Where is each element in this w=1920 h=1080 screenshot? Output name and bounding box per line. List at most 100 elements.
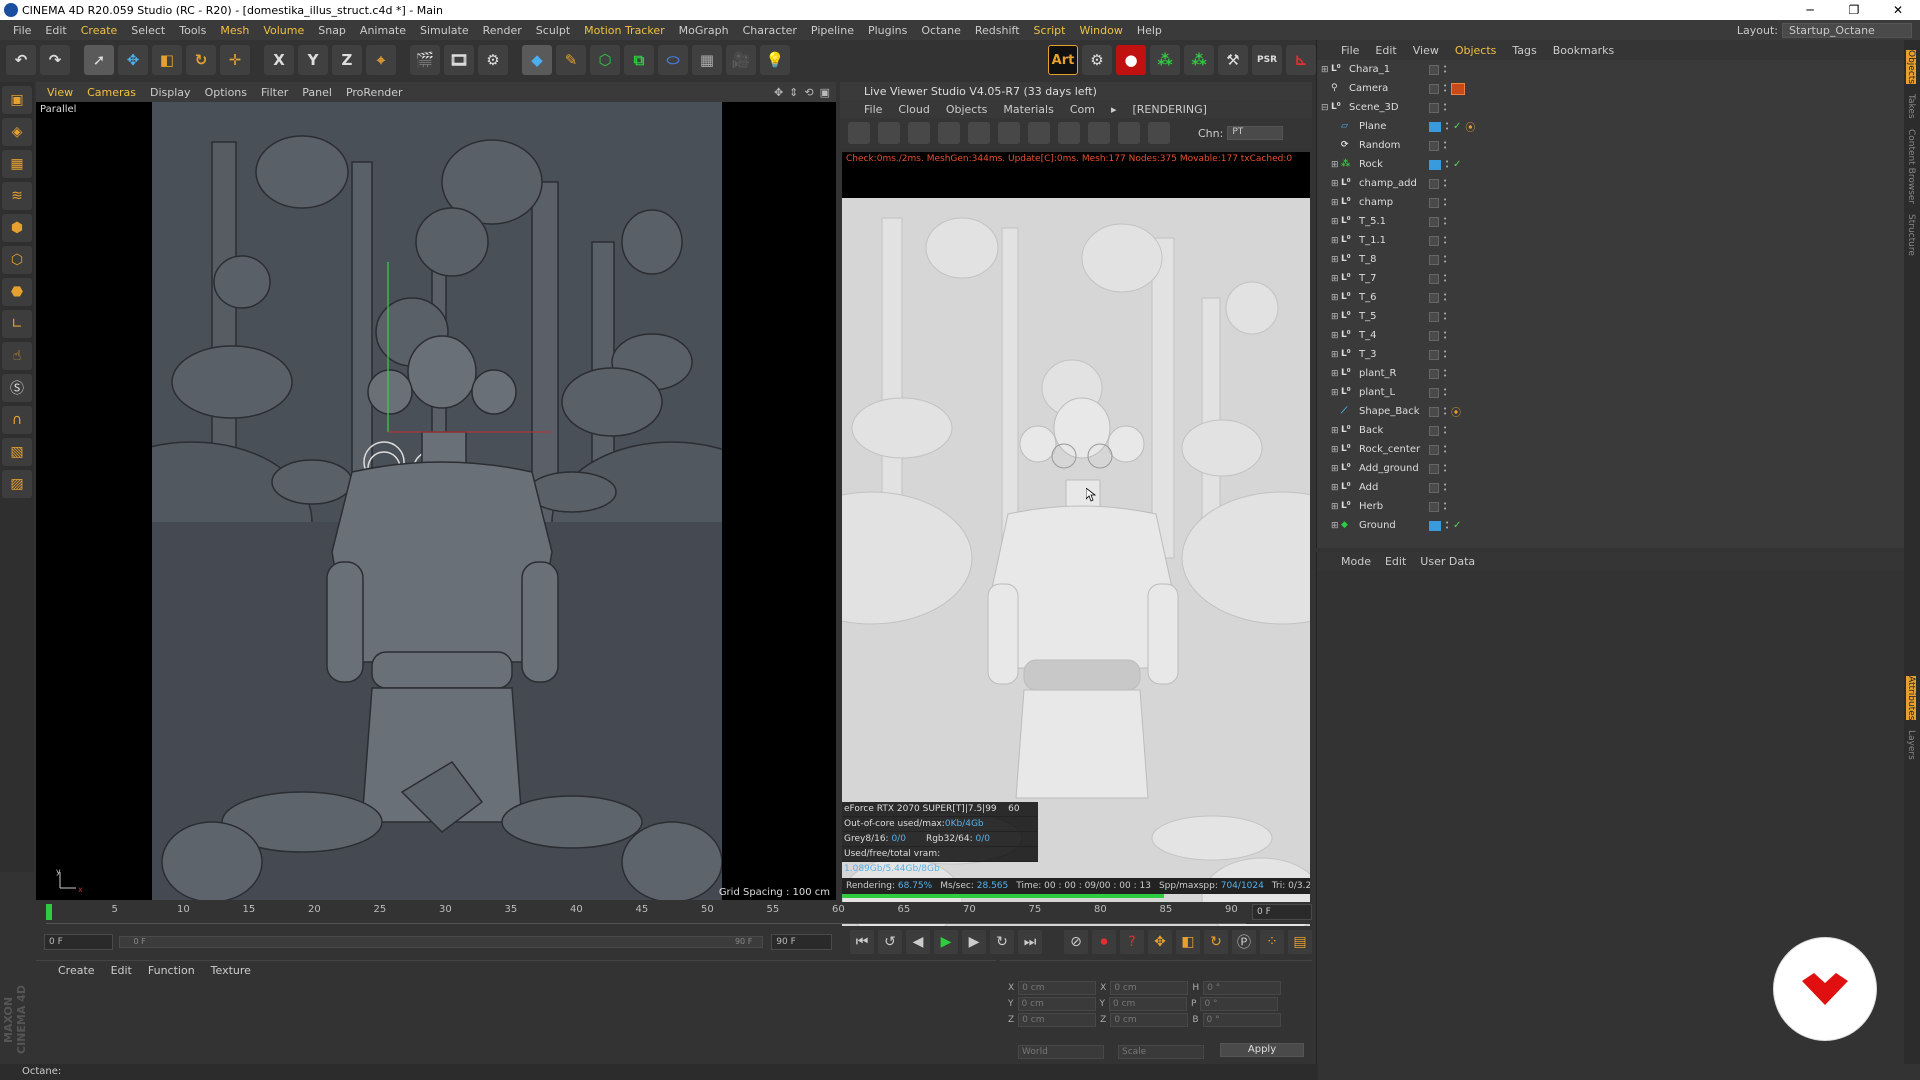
playhead-marker[interactable] [46, 904, 52, 920]
expand-toggle-icon[interactable]: ⊞ [1321, 65, 1331, 75]
live-viewer-menu-item[interactable]: ▸ [1111, 103, 1117, 116]
editor-render-dots-icon[interactable]: • • [1443, 215, 1447, 227]
editor-render-dots-icon[interactable]: • • [1443, 177, 1447, 189]
expand-toggle-icon[interactable]: ⊞ [1331, 312, 1341, 322]
array-icon[interactable]: ⧉ [624, 45, 654, 75]
layer-visibility-box[interactable] [1429, 254, 1439, 265]
material-menu-create[interactable]: Create [58, 964, 95, 977]
timeline-ruler[interactable]: 051015202530354045505560657075808590 0 F [36, 902, 1312, 924]
object-row[interactable]: ⊞ L⁰ Back • • [1317, 421, 1887, 440]
attribute-menu-edit[interactable]: Edit [1385, 555, 1406, 568]
tweak-mode-icon[interactable]: ☝ [2, 342, 32, 370]
motion-clip-icon[interactable]: ⊘ [1064, 930, 1088, 954]
key-rotation-icon[interactable]: ↻ [1204, 930, 1228, 954]
layer-visibility-box[interactable] [1429, 273, 1439, 284]
layer-visibility-box[interactable] [1429, 387, 1439, 398]
scale-tool-icon[interactable]: ◧ [152, 45, 182, 75]
menu-file[interactable]: File [6, 24, 38, 37]
editor-render-dots-icon[interactable]: • • [1443, 63, 1447, 75]
viewport-scene[interactable] [152, 102, 722, 900]
max-frame-field[interactable]: 90 F [771, 934, 832, 950]
menu-help[interactable]: Help [1130, 24, 1169, 37]
coord-value-field[interactable]: 0 ° [1200, 997, 1279, 1011]
menu-simulate[interactable]: Simulate [413, 24, 476, 37]
key-parameter-icon[interactable]: Ⓟ [1232, 930, 1256, 954]
object-row[interactable]: ⚲ Camera • • [1317, 79, 1887, 98]
editor-render-dots-icon[interactable]: • • [1443, 253, 1447, 265]
object-row[interactable]: ⊞ L⁰ T_7 • • [1317, 269, 1887, 288]
live-viewer-menu-item[interactable]: [RENDERING] [1133, 103, 1207, 116]
menu-octane[interactable]: Octane [914, 24, 968, 37]
viewport-menu-prorender[interactable]: ProRender [339, 86, 410, 99]
menu-sculpt[interactable]: Sculpt [529, 24, 577, 37]
layer-visibility-box[interactable] [1429, 463, 1439, 474]
editor-render-dots-icon[interactable]: • • [1443, 367, 1447, 379]
menu-volume[interactable]: Volume [256, 24, 311, 37]
editor-render-dots-icon[interactable]: • • [1443, 443, 1447, 455]
object-row[interactable]: ⊞ L⁰ T_1.1 • • [1317, 231, 1887, 250]
previous-frame-icon[interactable]: ◀ [906, 930, 930, 954]
object-row[interactable]: ⊞ L⁰ Add • • [1317, 478, 1887, 497]
layer-visibility-box[interactable] [1429, 216, 1439, 227]
enabled-check-icon[interactable]: ✓ [1453, 520, 1461, 531]
undo-icon[interactable]: ↶ [6, 45, 36, 75]
expand-toggle-icon[interactable]: ⊞ [1331, 217, 1341, 227]
layer-visibility-box[interactable] [1429, 330, 1439, 341]
editor-render-dots-icon[interactable]: • • [1443, 101, 1447, 113]
object-row[interactable]: ⊞ L⁰ plant_R • • [1317, 364, 1887, 383]
cube-primitive-icon[interactable]: ◆ [522, 45, 552, 75]
floor-icon[interactable]: ▦ [692, 45, 722, 75]
layer-visibility-box[interactable] [1429, 501, 1439, 512]
menu-pipeline[interactable]: Pipeline [804, 24, 861, 37]
coord-value-field[interactable]: 0 cm [1018, 981, 1097, 995]
object-row[interactable]: ⊞ ◆ Ground • • ✓ [1317, 516, 1887, 535]
editor-render-dots-icon[interactable]: • • [1443, 329, 1447, 341]
viewport-menu-filter[interactable]: Filter [254, 86, 295, 99]
pause-render-icon[interactable] [908, 122, 930, 144]
expand-toggle-icon[interactable]: ⊞ [1331, 236, 1341, 246]
object-row[interactable]: ⊞ L⁰ plant_L • • [1317, 383, 1887, 402]
material-ball-icon[interactable] [1028, 122, 1050, 144]
object-menu-objects[interactable]: Objects [1455, 44, 1497, 57]
enabled-check-icon[interactable]: ✓ [1453, 121, 1461, 132]
object-row[interactable]: ⊞ L⁰ Chara_1 • • [1317, 60, 1887, 79]
editor-render-dots-icon[interactable]: • • [1443, 386, 1447, 398]
menu-window[interactable]: Window [1072, 24, 1129, 37]
frame-ruler[interactable]: 051015202530354045505560657075808590 [46, 902, 1246, 924]
editor-render-dots-icon[interactable]: • • [1443, 82, 1447, 94]
side-tab-objects[interactable]: Objects [1906, 50, 1916, 85]
object-row[interactable]: ⊞ L⁰ champ • • [1317, 193, 1887, 212]
material-tag-icon[interactable] [1429, 121, 1441, 132]
menu-redshift[interactable]: Redshift [968, 24, 1027, 37]
render-picture-viewer-icon[interactable]: 🎞 [444, 45, 474, 75]
key-pla-icon[interactable]: ⁘ [1260, 930, 1284, 954]
editor-render-dots-icon[interactable]: • • [1443, 462, 1447, 474]
object-menu-file[interactable]: File [1341, 44, 1359, 57]
object-row[interactable]: ⊞ L⁰ champ_add • • [1317, 174, 1887, 193]
layer-visibility-box[interactable] [1429, 64, 1439, 75]
apply-button[interactable]: Apply [1220, 1043, 1304, 1057]
previous-key-icon[interactable]: ↺ [878, 930, 902, 954]
camera-icon[interactable]: 🎥 [726, 45, 756, 75]
menu-character[interactable]: Character [736, 24, 804, 37]
expand-toggle-icon[interactable]: ⊞ [1331, 388, 1341, 398]
material-tag-icon[interactable] [1429, 159, 1441, 170]
live-viewer-menu-item[interactable]: Com [1070, 103, 1095, 116]
x-axis-button[interactable]: X [264, 45, 294, 75]
editor-render-dots-icon[interactable]: • • [1443, 234, 1447, 246]
phong-tag-icon[interactable]: ⦿ [1451, 404, 1461, 419]
editor-render-dots-icon[interactable]: • • [1443, 139, 1447, 151]
rotate-view-icon[interactable]: ⟲ [804, 86, 813, 99]
editor-render-dots-icon[interactable]: • • [1443, 272, 1447, 284]
expand-toggle-icon[interactable]: ⊞ [1331, 198, 1341, 208]
layer-visibility-box[interactable] [1429, 349, 1439, 360]
menu-plugins[interactable]: Plugins [861, 24, 914, 37]
object-row[interactable]: ⊞ L⁰ T_3 • • [1317, 345, 1887, 364]
layer-visibility-box[interactable] [1429, 311, 1439, 322]
expand-toggle-icon[interactable]: ⊞ [1331, 464, 1341, 474]
object-row[interactable]: ⊞ L⁰ Rock_center • • [1317, 440, 1887, 459]
expand-toggle-icon[interactable]: ⊞ [1331, 350, 1341, 360]
viewport-menu-display[interactable]: Display [143, 86, 198, 99]
world-dropdown[interactable]: World [1018, 1045, 1104, 1059]
coord-value-field[interactable]: 0 cm [1109, 997, 1187, 1011]
